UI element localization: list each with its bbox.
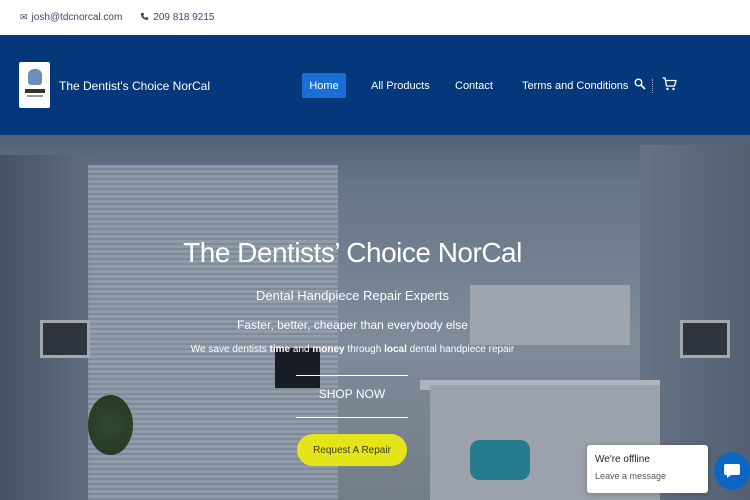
mail-icon: ✉	[20, 12, 28, 22]
phone-icon	[140, 12, 149, 23]
main-nav: Home All Products Contact Terms and Cond…	[302, 73, 677, 98]
chat-message: Leave a message	[595, 471, 667, 481]
email-text[interactable]: josh@tdcnorcal.com	[32, 12, 123, 23]
shop-now-button[interactable]: SHOP NOW	[296, 387, 408, 401]
nav-all-products[interactable]: All Products	[371, 80, 430, 92]
chat-widget[interactable]: We're offline Leave a message	[587, 445, 708, 493]
request-repair-button[interactable]: Request A Repair	[297, 434, 407, 466]
hero-subtitle: Dental Handpiece Repair Experts	[256, 288, 449, 303]
top-contact-bar: ✉ josh@tdcnorcal.com 209 818 9215	[0, 0, 750, 35]
logo-image	[24, 67, 46, 103]
hero-description: We save dentists time and money through …	[190, 344, 515, 355]
chat-status: We're offline	[595, 454, 650, 465]
nav-contact[interactable]: Contact	[455, 80, 493, 92]
nav-terms[interactable]: Terms and Conditions	[522, 80, 628, 92]
chat-icon[interactable]	[714, 452, 750, 490]
cart-icon[interactable]	[662, 77, 677, 96]
site-header: The Dentist's Choice NorCal Home All Pro…	[0, 35, 750, 135]
hero-title: The Dentists’ Choice NorCal	[183, 237, 522, 268]
site-logo[interactable]	[19, 62, 50, 108]
nav-divider	[652, 79, 653, 93]
shop-divider-bottom	[296, 417, 408, 418]
search-icon[interactable]	[634, 77, 646, 95]
hero-tagline: Faster, better, cheaper than everybody e…	[237, 318, 468, 332]
phone-contact[interactable]: 209 818 9215	[140, 12, 214, 23]
shop-divider-top	[296, 375, 408, 376]
email-contact[interactable]: ✉ josh@tdcnorcal.com	[20, 12, 122, 23]
brand-name[interactable]: The Dentist's Choice NorCal	[59, 79, 210, 93]
phone-text[interactable]: 209 818 9215	[153, 12, 214, 23]
nav-home[interactable]: Home	[302, 73, 346, 98]
